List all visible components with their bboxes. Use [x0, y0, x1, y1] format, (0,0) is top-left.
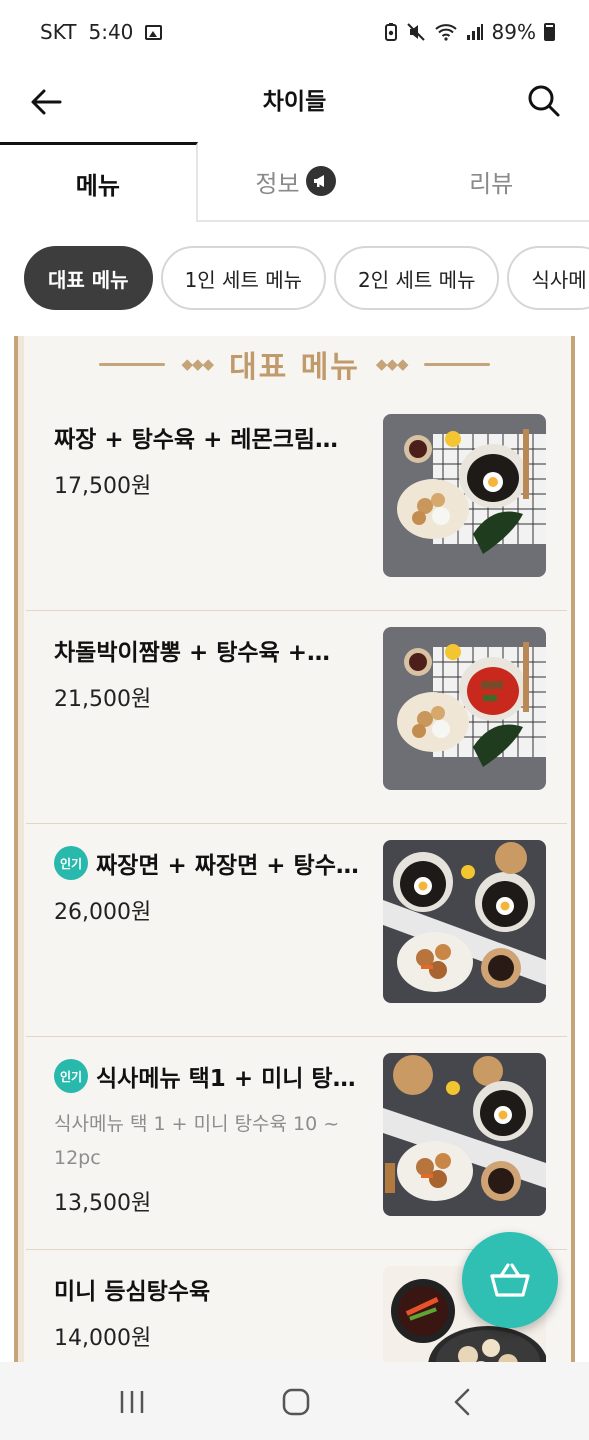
decor-diamonds: ◆◆◆ — [181, 355, 214, 373]
menu-section: ◆◆◆ 대표 메뉴 ◆◆◆ 짜장 + 탕수육 + 레몬크림… 17,500원 차… — [14, 336, 575, 1366]
chip-double-set[interactable]: 2인 세트 메뉴 — [334, 246, 500, 310]
item-name: 짜장 + 탕수육 + 레몬크림… — [54, 427, 339, 453]
chip-meal-menu[interactable]: 식사메 — [507, 246, 589, 310]
battery-icon — [544, 23, 555, 41]
recent-apps-button[interactable] — [102, 1382, 162, 1422]
decor-line — [423, 362, 490, 366]
menu-item[interactable]: 인기 짜장면 + 짜장면 + 탕수… 26,000원 — [26, 824, 567, 1037]
chip-single-set[interactable]: 1인 세트 메뉴 — [160, 246, 327, 310]
basket-icon — [490, 1263, 530, 1297]
jjamppong-tangsuyuk-photo — [383, 627, 546, 790]
cart-button[interactable] — [462, 1232, 558, 1328]
menu-item[interactable]: 차돌박이짬뽕 + 탕수육 +… 21,500원 — [26, 611, 567, 824]
item-name-row: 미니 등심탕수육 — [54, 1272, 210, 1306]
system-nav-bar — [0, 1362, 589, 1440]
item-price: 13,500원 — [54, 1191, 152, 1216]
item-name: 식사메뉴 택1 + 미니 탕… — [96, 1066, 356, 1092]
tab-menu[interactable]: 메뉴 — [0, 142, 198, 222]
popular-badge: 인기 — [54, 1059, 88, 1093]
decor-line — [99, 362, 166, 366]
item-description: 식사메뉴 택 1 + 미니 탕수육 10 ~ 12pc — [54, 1113, 340, 1169]
item-name: 차돌박이짬뽕 + 탕수육 +… — [54, 640, 331, 666]
item-name: 짜장면 + 짜장면 + 탕수… — [96, 853, 359, 879]
tab-review-label: 리뷰 — [469, 169, 514, 198]
recent-apps-icon — [120, 1391, 144, 1413]
item-name-row: 짜장 + 탕수육 + 레몬크림… — [54, 420, 338, 454]
search-icon — [528, 85, 560, 117]
chip-signature-menu[interactable]: 대표 메뉴 — [24, 246, 153, 310]
back-icon — [454, 1388, 470, 1416]
tab-info-label: 정보 — [255, 169, 300, 198]
page-title: 차이들 — [262, 89, 327, 115]
wifi-icon — [434, 24, 457, 41]
signal-icon — [466, 24, 483, 40]
category-chips: 대표 메뉴 1인 세트 메뉴 2인 세트 메뉴 식사메 — [24, 246, 589, 312]
tab-bar: 메뉴 정보 리뷰 — [0, 142, 589, 222]
item-name-row: 인기 짜장면 + 짜장면 + 탕수… — [54, 846, 359, 880]
nav-back-button[interactable] — [432, 1382, 492, 1422]
tab-review[interactable]: 리뷰 — [393, 142, 589, 220]
status-left: SKT 5:40 — [40, 20, 163, 44]
clock: 5:40 — [88, 20, 134, 44]
gallery-icon — [145, 24, 163, 40]
popular-badge: 인기 — [54, 846, 88, 880]
item-name-row: 차돌박이짬뽕 + 탕수육 +… — [54, 633, 330, 667]
battery-percent: 89% — [491, 20, 536, 44]
item-name-row: 인기 식사메뉴 택1 + 미니 탕… — [54, 1059, 356, 1093]
meal-mini-tangsuyuk-photo — [383, 1053, 546, 1216]
item-name: 미니 등심탕수육 — [54, 1279, 211, 1305]
search-button[interactable] — [521, 78, 567, 124]
tab-info[interactable]: 정보 — [198, 142, 394, 220]
status-bar: SKT 5:40 89% — [0, 0, 589, 64]
home-button[interactable] — [266, 1382, 326, 1422]
item-price: 26,000원 — [54, 900, 152, 925]
mute-icon — [406, 23, 425, 41]
megaphone-icon — [305, 166, 336, 196]
home-icon — [282, 1388, 310, 1416]
app-header: 차이들 — [0, 64, 589, 144]
item-price: 14,000원 — [54, 1326, 152, 1351]
two-jjajang-tangsuyuk-photo — [383, 840, 546, 1003]
menu-item[interactable]: 인기 식사메뉴 택1 + 미니 탕… 식사메뉴 택 1 + 미니 탕수육 10 … — [26, 1037, 567, 1250]
item-price: 17,500원 — [54, 474, 152, 499]
jjajang-tangsuyuk-photo — [383, 414, 546, 577]
menu-item[interactable]: 짜장 + 탕수육 + 레몬크림… 17,500원 — [26, 398, 567, 611]
status-right: 89% — [384, 20, 555, 44]
section-header: ◆◆◆ 대표 메뉴 ◆◆◆ — [18, 336, 571, 392]
decor-diamonds: ◆◆◆ — [375, 355, 409, 373]
section-title: 대표 메뉴 — [229, 350, 360, 385]
item-price: 21,500원 — [54, 687, 152, 712]
tab-menu-label: 메뉴 — [75, 172, 120, 200]
carrier-label: SKT — [40, 20, 77, 44]
battery-saver-icon — [384, 23, 397, 41]
